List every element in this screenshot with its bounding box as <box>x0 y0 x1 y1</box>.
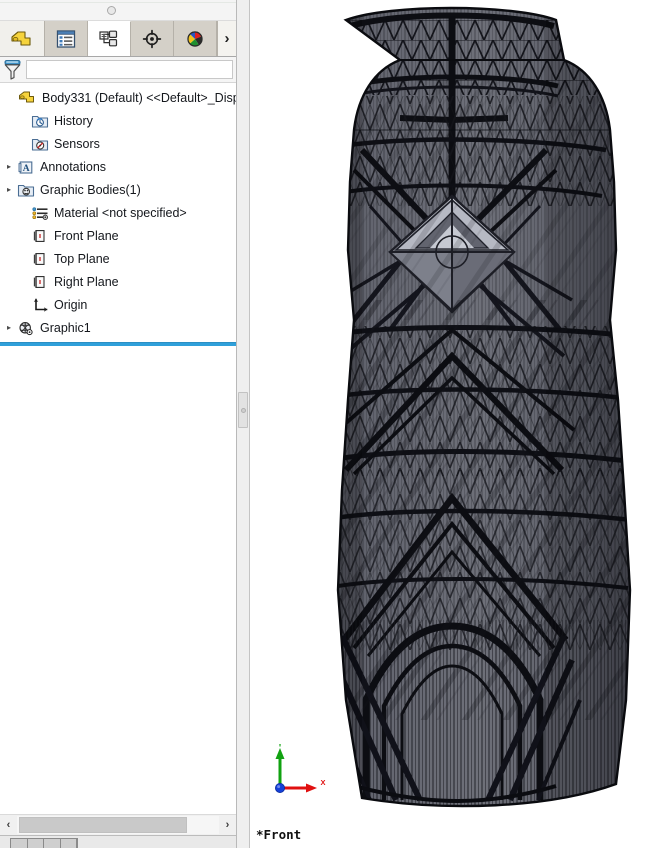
feature-manager-panel: › ▸ Bod <box>0 0 237 848</box>
tree-row-root[interactable]: ▸ Body331 (Default) <<Default>_Display <box>0 86 236 109</box>
expander-icon: ▸ <box>2 201 16 224</box>
graphics-viewport[interactable]: Y X *Front <box>250 0 650 848</box>
manager-tabstrip: › <box>0 21 236 57</box>
triad-x-label: X <box>320 778 325 787</box>
tab-configuration-manager[interactable] <box>131 21 174 56</box>
tree-row-graphic1[interactable]: ▸ Graphic1 <box>0 316 236 339</box>
yellow-part-icon <box>11 30 31 46</box>
tree-item-label: Sensors <box>54 136 100 151</box>
tab-nav-last[interactable] <box>61 839 77 848</box>
garment-body <box>338 8 630 807</box>
tree-row-origin[interactable]: ▸ Origin <box>0 293 236 316</box>
display-manager-icon <box>187 30 203 47</box>
tree-item-label: History <box>54 113 93 128</box>
document-tab-strip[interactable] <box>0 835 236 848</box>
tree-item-label: Origin <box>54 297 88 312</box>
property-manager-icon <box>99 30 118 47</box>
solidworks-window: › ▸ Bod <box>0 0 650 848</box>
history-icon <box>30 111 49 130</box>
plane-icon <box>30 272 49 291</box>
tree-row-sensors[interactable]: ▸ Sensors <box>0 132 236 155</box>
tree-item-label: Front Plane <box>54 228 119 243</box>
scroll-thumb[interactable] <box>19 817 187 833</box>
expander-icon: ▸ <box>2 132 16 155</box>
tree-row-top-plane[interactable]: ▸ Top Plane <box>0 247 236 270</box>
svg-text:A: A <box>22 164 29 174</box>
tree-row-history[interactable]: ▸ History <box>0 109 236 132</box>
expander-icon: ▸ <box>4 86 18 109</box>
expander-icon[interactable]: ▸ <box>2 155 16 178</box>
panel-titlebar <box>0 0 236 21</box>
feature-tree[interactable]: ▸ Body331 (Default) <<Default>_Display ▸ <box>0 83 236 814</box>
tree-row-material[interactable]: ▸ Material <not specified> <box>0 201 236 224</box>
expander-icon: ▸ <box>2 293 16 316</box>
splitter-dot-icon <box>240 407 246 413</box>
panel-pin-icon[interactable] <box>107 6 116 15</box>
tree-item-label: Graphic1 <box>40 320 91 335</box>
expander-icon[interactable]: ▸ <box>2 178 16 201</box>
filter-funnel-icon[interactable] <box>3 59 23 80</box>
graphic-bodies-icon <box>16 180 35 199</box>
plane-icon <box>30 226 49 245</box>
feature-tree-icon <box>56 29 76 48</box>
tree-horizontal-scrollbar[interactable]: ‹ › <box>0 814 236 835</box>
tree-item-label: Graphic Bodies(1) <box>40 182 141 197</box>
tabstrip-overflow-chevron[interactable]: › <box>217 21 236 56</box>
origin-icon <box>30 295 49 314</box>
triad-y-label: Y <box>277 744 282 749</box>
tree-item-label: Right Plane <box>54 274 119 289</box>
filter-bar <box>0 57 236 83</box>
graphic-body-mesh[interactable] <box>250 0 650 848</box>
material-icon <box>30 203 49 222</box>
tree-item-label: Material <not specified> <box>54 205 187 220</box>
coordinate-triad: Y X <box>275 744 326 794</box>
view-orientation-label: *Front <box>256 827 302 842</box>
tab-part[interactable] <box>0 21 45 56</box>
tab-nav-prev[interactable] <box>28 839 44 848</box>
scroll-track[interactable] <box>17 816 219 834</box>
tree-row-right-plane[interactable]: ▸ Right Plane <box>0 270 236 293</box>
tab-nav-next[interactable] <box>44 839 61 848</box>
expander-icon: ▸ <box>2 109 16 132</box>
expander-icon: ▸ <box>2 224 16 247</box>
graphic-body-icon <box>16 318 35 337</box>
filter-input[interactable] <box>26 60 233 79</box>
tab-display-manager[interactable] <box>174 21 217 56</box>
configuration-icon <box>142 29 162 48</box>
chevron-right-icon: › <box>224 30 230 47</box>
plane-icon <box>30 249 49 268</box>
splitter-handle[interactable] <box>238 392 248 428</box>
tree-item-label: Top Plane <box>54 251 110 266</box>
tab-property-manager[interactable] <box>88 21 131 56</box>
tree-item-label: Annotations <box>40 159 107 174</box>
scroll-left-arrow-icon[interactable]: ‹ <box>0 816 17 834</box>
rollback-bar[interactable] <box>0 342 236 346</box>
tab-feature-manager[interactable] <box>45 21 88 56</box>
tab-nav-buttons[interactable] <box>10 838 78 848</box>
part-icon <box>18 88 37 107</box>
sensors-icon <box>30 134 49 153</box>
expander-icon[interactable]: ▸ <box>2 316 16 339</box>
tree-root-label: Body331 (Default) <<Default>_Display <box>42 90 236 105</box>
tab-nav-first[interactable] <box>11 839 28 848</box>
tree-row-graphic-bodies[interactable]: ▸ Graphic Bodies(1) <box>0 178 236 201</box>
expander-icon: ▸ <box>2 247 16 270</box>
annotations-icon: A <box>16 157 35 176</box>
panel-splitter[interactable] <box>237 0 250 848</box>
scroll-right-arrow-icon[interactable]: › <box>219 816 236 834</box>
tree-row-annotations[interactable]: ▸ A Annotations <box>0 155 236 178</box>
tree-row-front-plane[interactable]: ▸ Front Plane <box>0 224 236 247</box>
expander-icon: ▸ <box>2 270 16 293</box>
